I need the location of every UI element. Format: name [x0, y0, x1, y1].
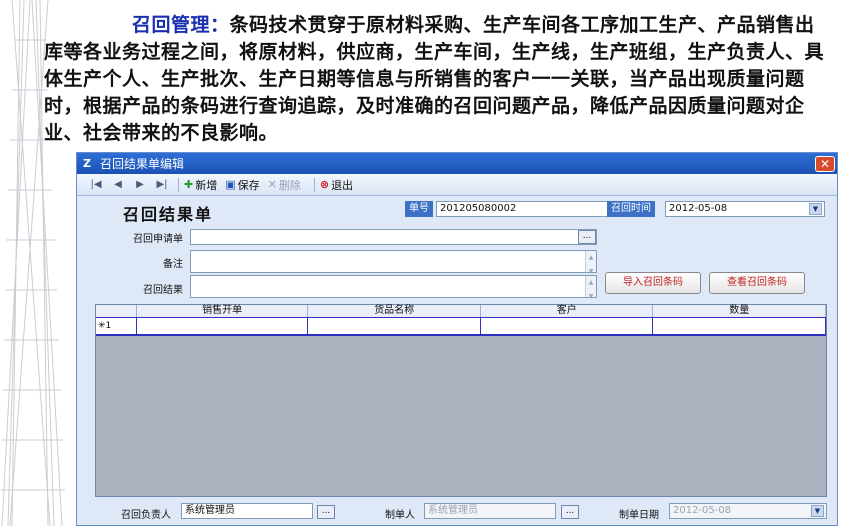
- chevron-down-icon[interactable]: ▼: [809, 203, 822, 215]
- doc-no-field[interactable]: 201205080002: [436, 201, 618, 217]
- creator-label: 制单人: [385, 510, 415, 521]
- table-row[interactable]: ✳1: [96, 318, 827, 336]
- delete-x-icon: ✕: [267, 178, 277, 191]
- date-value: 2012-05-08: [673, 505, 732, 516]
- request-field[interactable]: [190, 229, 597, 245]
- doc-no-label: 单号: [405, 201, 433, 217]
- items-grid: 销售开单 货品名称 客户 数量 ✳1: [95, 304, 827, 497]
- toolbar: |◀ ◀ ▶ ▶| ✚ 新增 ▣ 保存 ✕ 删除 ⊗ 退出: [77, 174, 837, 196]
- grid-header: 销售开单 货品名称 客户 数量: [96, 305, 827, 318]
- result-label: 召回结果: [143, 285, 183, 296]
- remark-field[interactable]: ▲ ▼: [190, 250, 597, 275]
- request-browse-button[interactable]: ...: [578, 230, 596, 244]
- app-icon: Z: [83, 157, 91, 170]
- prev-record-button[interactable]: ◀: [107, 179, 129, 190]
- recall-time-value: 2012-05-08: [669, 203, 728, 214]
- save-button[interactable]: ▣ 保存: [225, 177, 259, 193]
- close-button[interactable]: ✕: [815, 156, 835, 172]
- cell-product-name[interactable]: [308, 318, 481, 334]
- exit-icon: ⊗: [319, 178, 330, 191]
- date-label: 制单日期: [619, 510, 659, 521]
- cell-quantity[interactable]: [653, 318, 827, 334]
- recall-time-select[interactable]: 2012-05-08 ▼: [665, 201, 825, 217]
- exit-label: 退出: [331, 178, 354, 192]
- window-titlebar: Z 召回结果单编辑: [77, 153, 837, 174]
- col-product-name[interactable]: 货品名称: [308, 305, 481, 317]
- form-title: 召回结果单: [123, 205, 214, 224]
- col-sales-order[interactable]: 销售开单: [137, 305, 309, 317]
- remark-scroll[interactable]: ▲ ▼: [585, 251, 596, 275]
- request-label: 召回申请单: [133, 234, 183, 245]
- floppy-icon: ▣: [225, 178, 236, 191]
- cell-customer[interactable]: [481, 318, 654, 334]
- delete-label: 删除: [278, 178, 301, 192]
- exit-button[interactable]: ⊗ 退出: [320, 177, 353, 193]
- window-title: 召回结果单编辑: [100, 157, 185, 171]
- add-button[interactable]: ✚ 新增: [184, 177, 217, 193]
- grid-corner: [96, 305, 137, 317]
- col-quantity[interactable]: 数量: [653, 305, 827, 317]
- delete-button[interactable]: ✕ 删除: [268, 177, 301, 193]
- toolbar-separator: [313, 177, 315, 192]
- next-record-button[interactable]: ▶: [129, 179, 151, 190]
- toolbar-separator: [178, 177, 179, 192]
- view-recall-barcode-button[interactable]: 查看召回条码: [709, 272, 805, 294]
- row-marker: ✳1: [96, 318, 137, 334]
- intro-heading: 召回管理：: [132, 14, 230, 36]
- creator-field: 系统管理员: [424, 503, 556, 519]
- date-field: 2012-05-08 ▼: [669, 503, 827, 519]
- cell-sales-order[interactable]: [137, 318, 309, 334]
- plus-icon: ✚: [184, 178, 194, 191]
- creator-browse-button: ...: [561, 505, 579, 519]
- recall-result-window: Z 召回结果单编辑 ✕ |◀ ◀ ▶ ▶| ✚ 新增 ▣ 保存 ✕ 删除 ⊗ 退…: [76, 152, 838, 526]
- chevron-down-icon: ▼: [811, 505, 824, 517]
- owner-field[interactable]: 系统管理员: [181, 503, 313, 519]
- result-field[interactable]: ▲ ▼: [190, 275, 597, 300]
- owner-label: 召回负责人: [121, 510, 171, 521]
- footer-bar: 召回负责人 系统管理员 ... 制单人 系统管理员 ... 制单日期 2012-…: [77, 501, 837, 525]
- remark-label: 备注: [163, 259, 183, 270]
- add-label: 新增: [195, 178, 218, 192]
- intro-paragraph: 召回管理：条码技术贯穿于原材料采购、生产车间各工序加工生产、产品销售出库等各业务…: [44, 12, 834, 147]
- last-record-button[interactable]: ▶|: [151, 179, 173, 190]
- import-recall-barcode-button[interactable]: 导入召回条码: [605, 272, 701, 294]
- owner-browse-button[interactable]: ...: [317, 505, 335, 519]
- col-customer[interactable]: 客户: [481, 305, 654, 317]
- result-scroll[interactable]: ▲ ▼: [585, 276, 596, 300]
- first-record-button[interactable]: |◀: [85, 179, 107, 190]
- recall-time-label: 召回时间: [607, 201, 655, 217]
- save-label: 保存: [237, 178, 260, 192]
